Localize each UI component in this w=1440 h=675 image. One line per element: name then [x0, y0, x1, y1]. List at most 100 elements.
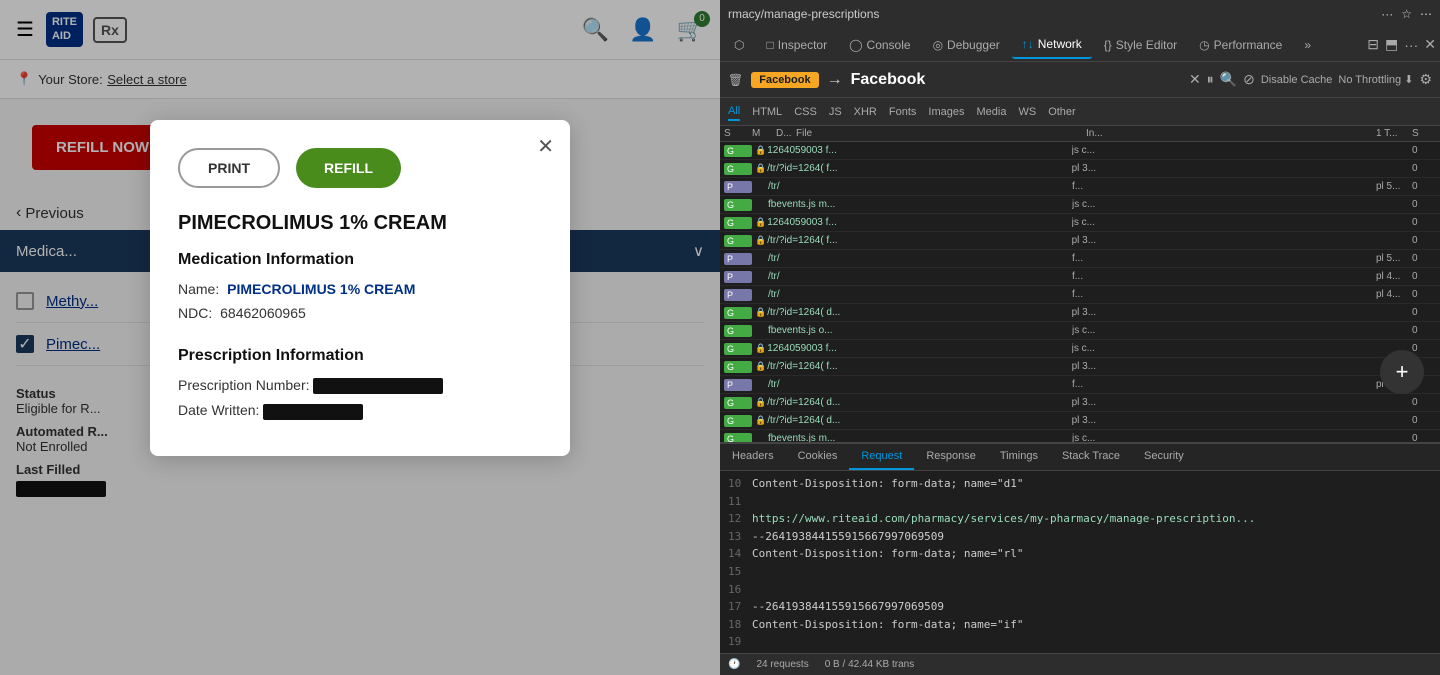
req-size: 0 — [1412, 307, 1436, 318]
more-dots[interactable]: ··· — [1381, 7, 1393, 21]
refill-button-modal[interactable]: REFILL — [296, 148, 401, 188]
request-row[interactable]: G fbevents.js m... js c... 0 — [720, 196, 1440, 214]
name-value[interactable]: PIMECROLIMUS 1% CREAM — [227, 281, 415, 297]
detail-line-13: 13--264193844155915667997069509 — [728, 528, 1432, 546]
tab-security[interactable]: Security — [1132, 444, 1196, 470]
filter-ws[interactable]: WS — [1018, 104, 1036, 120]
request-row[interactable]: G 🔒 1264059003 f... js c... 0 — [720, 142, 1440, 160]
col-header-initiator[interactable]: In... — [1086, 128, 1376, 139]
debugger-label: Debugger — [947, 38, 1000, 52]
detail-line-16: 16 — [728, 581, 1432, 599]
filter-css[interactable]: CSS — [794, 104, 817, 120]
detail-text: Content-Disposition: form-data; name="d1… — [752, 477, 1024, 490]
ndc-row: NDC: 68462060965 — [178, 305, 542, 321]
settings-icon[interactable]: ⚙ — [1419, 71, 1432, 88]
tab-network[interactable]: ↑↓ Network — [1012, 31, 1092, 59]
detail-line-15: 15 — [728, 563, 1432, 581]
badge-p: P — [724, 289, 752, 301]
req-initiator: pl 3... — [1072, 397, 1376, 408]
detail-line-18: 18Content-Disposition: form-data; name="… — [728, 616, 1432, 634]
req-size: 0 — [1412, 199, 1436, 210]
request-row[interactable]: G 🔒 /tr/?id=1264( f... pl 3... 0 — [720, 160, 1440, 178]
request-row[interactable]: P /tr/ f... pl 5... 0 — [720, 178, 1440, 196]
filter-html[interactable]: HTML — [752, 104, 782, 120]
tab-timings[interactable]: Timings — [988, 444, 1050, 470]
tab-style-editor[interactable]: {} Style Editor — [1094, 32, 1187, 58]
devtools-close-icon[interactable]: ✕ — [1424, 36, 1436, 53]
style-editor-icon: {} — [1104, 38, 1112, 52]
tab-headers[interactable]: Headers — [720, 444, 786, 470]
request-row[interactable]: G 🔒 1264059003 f... js c... 0 — [720, 340, 1440, 358]
tab-stack-trace[interactable]: Stack Trace — [1050, 444, 1132, 470]
tab-cookies[interactable]: Cookies — [786, 444, 850, 470]
more-icon[interactable]: ⋯ — [1420, 7, 1432, 21]
filter-images[interactable]: Images — [928, 104, 964, 120]
col-header-domain: D... — [776, 128, 796, 139]
request-row[interactable]: G fbevents.js m... js c... 0 — [720, 430, 1440, 442]
modal-drug-name: PIMECROLIMUS 1% CREAM — [178, 212, 542, 235]
print-button[interactable]: PRINT — [178, 148, 280, 188]
request-row[interactable]: G 🔒 1264059003 f... js c... 0 — [720, 214, 1440, 232]
filter-other[interactable]: Other — [1048, 104, 1076, 120]
col-header-type[interactable]: 1 T... — [1376, 128, 1412, 139]
tab-request[interactable]: Request — [849, 444, 914, 470]
modal-close-button[interactable]: ✕ — [537, 134, 554, 159]
tab-response[interactable]: Response — [914, 444, 988, 470]
devtools-more-icon[interactable]: ··· — [1404, 37, 1418, 53]
request-row[interactable]: P /tr/ f... pl 4... 0 — [720, 286, 1440, 304]
facebook-badge: Facebook — [751, 72, 818, 88]
bookmark-icon[interactable]: ☆ — [1401, 7, 1412, 21]
req-initiator: pl 3... — [1072, 163, 1376, 174]
rx-number-row: Prescription Number: — [178, 377, 542, 394]
req-size: 0 — [1412, 289, 1436, 300]
request-row[interactable]: G 🔒 /tr/?id=1264( f... pl 3... 0 — [720, 358, 1440, 376]
pause-icon[interactable]: ⏸ — [1207, 71, 1214, 88]
detail-text: Content-Disposition: form-data; name="rl… — [752, 547, 1024, 560]
detail-text: --264193844155915667997069509 — [752, 600, 944, 613]
filter-media[interactable]: Media — [976, 104, 1006, 120]
tab-console[interactable]: ◯ Console — [839, 32, 920, 58]
badge-g: G — [724, 397, 752, 409]
request-row[interactable]: G fbevents.js o... js c... 0 — [720, 322, 1440, 340]
search-network-icon[interactable]: 🔍 — [1220, 71, 1237, 88]
req-file: /tr/?id=1264( f... — [767, 235, 1071, 246]
req-initiator: f... — [1072, 181, 1376, 192]
med-info-section-title: Medication Information — [178, 251, 542, 269]
filter-fonts[interactable]: Fonts — [889, 104, 917, 120]
tab-more[interactable]: » — [1294, 32, 1321, 58]
ndc-value: 68462060965 — [220, 305, 306, 321]
filter-js[interactable]: JS — [829, 104, 842, 120]
request-row[interactable]: G 🔒 /tr/?id=1264( f... pl 3... 0 — [720, 232, 1440, 250]
disable-cache-label[interactable]: Disable Cache — [1261, 74, 1333, 86]
badge-g: G — [724, 217, 752, 229]
trash-icon[interactable]: 🗑 — [728, 73, 743, 87]
req-initiator: pl 3... — [1072, 307, 1376, 318]
request-row[interactable]: P /tr/ f... pl 5... 0 — [720, 376, 1440, 394]
tab-inspector-picker[interactable]: ⬡ — [724, 32, 754, 58]
tab-inspector[interactable]: □ Inspector — [756, 32, 837, 58]
col-header-file[interactable]: File — [796, 128, 1086, 139]
tab-debugger[interactable]: ◎ Debugger — [923, 32, 1010, 58]
throttle-select[interactable]: No Throttling ⬇ — [1338, 73, 1413, 86]
req-size: 0 — [1412, 415, 1436, 426]
filter-xhr[interactable]: XHR — [854, 104, 877, 120]
modal-action-buttons: PRINT REFILL — [178, 148, 542, 188]
request-row[interactable]: P /tr/ f... pl 5... 0 — [720, 250, 1440, 268]
devtools-resize-icon[interactable]: ⊟ — [1367, 36, 1379, 53]
devtools-dock-icon[interactable]: ⬒ — [1385, 36, 1398, 53]
req-file: /tr/ — [768, 253, 1072, 264]
filter-all[interactable]: All — [728, 103, 740, 121]
req-initiator: js c... — [1072, 433, 1376, 442]
badge-g: G — [724, 343, 752, 355]
close-filter-icon[interactable]: ✕ — [1189, 71, 1201, 88]
req-file: fbevents.js o... — [768, 325, 1072, 336]
request-row[interactable]: G 🔒 /tr/?id=1264( d... pl 3... 0 — [720, 394, 1440, 412]
filter-icon[interactable]: ⊘ — [1243, 71, 1255, 88]
request-row[interactable]: G 🔒 /tr/?id=1264( d... pl 3... 0 — [720, 412, 1440, 430]
col-header-size[interactable]: S — [1412, 128, 1436, 139]
tab-performance[interactable]: ◷ Performance — [1189, 32, 1292, 58]
requests-list: G 🔒 1264059003 f... js c... 0 G 🔒 /tr/?i… — [720, 142, 1440, 442]
request-row[interactable]: G 🔒 /tr/?id=1264( d... pl 3... 0 — [720, 304, 1440, 322]
request-row[interactable]: P /tr/ f... pl 4... 0 — [720, 268, 1440, 286]
req-size: 0 — [1412, 271, 1436, 282]
